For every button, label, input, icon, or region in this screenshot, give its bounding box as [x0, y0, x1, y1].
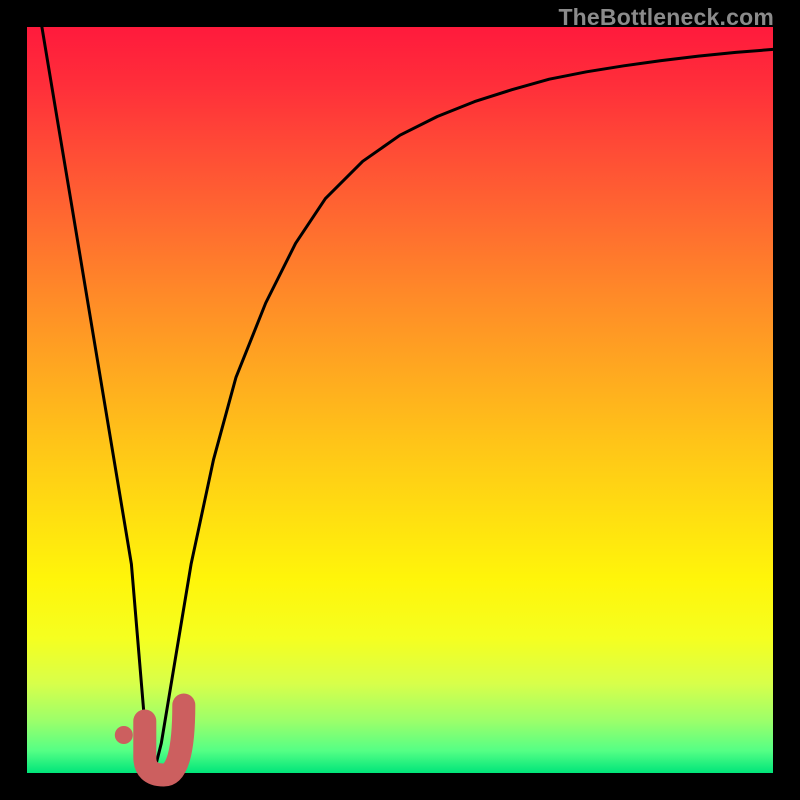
watermark-label: TheBottleneck.com: [558, 4, 774, 31]
bottleneck-curve: [42, 27, 773, 773]
curve-layer: [27, 27, 773, 773]
optimum-dot: [115, 726, 133, 744]
chart-frame: TheBottleneck.com: [0, 0, 800, 800]
optimum-j-marker: [145, 705, 184, 775]
